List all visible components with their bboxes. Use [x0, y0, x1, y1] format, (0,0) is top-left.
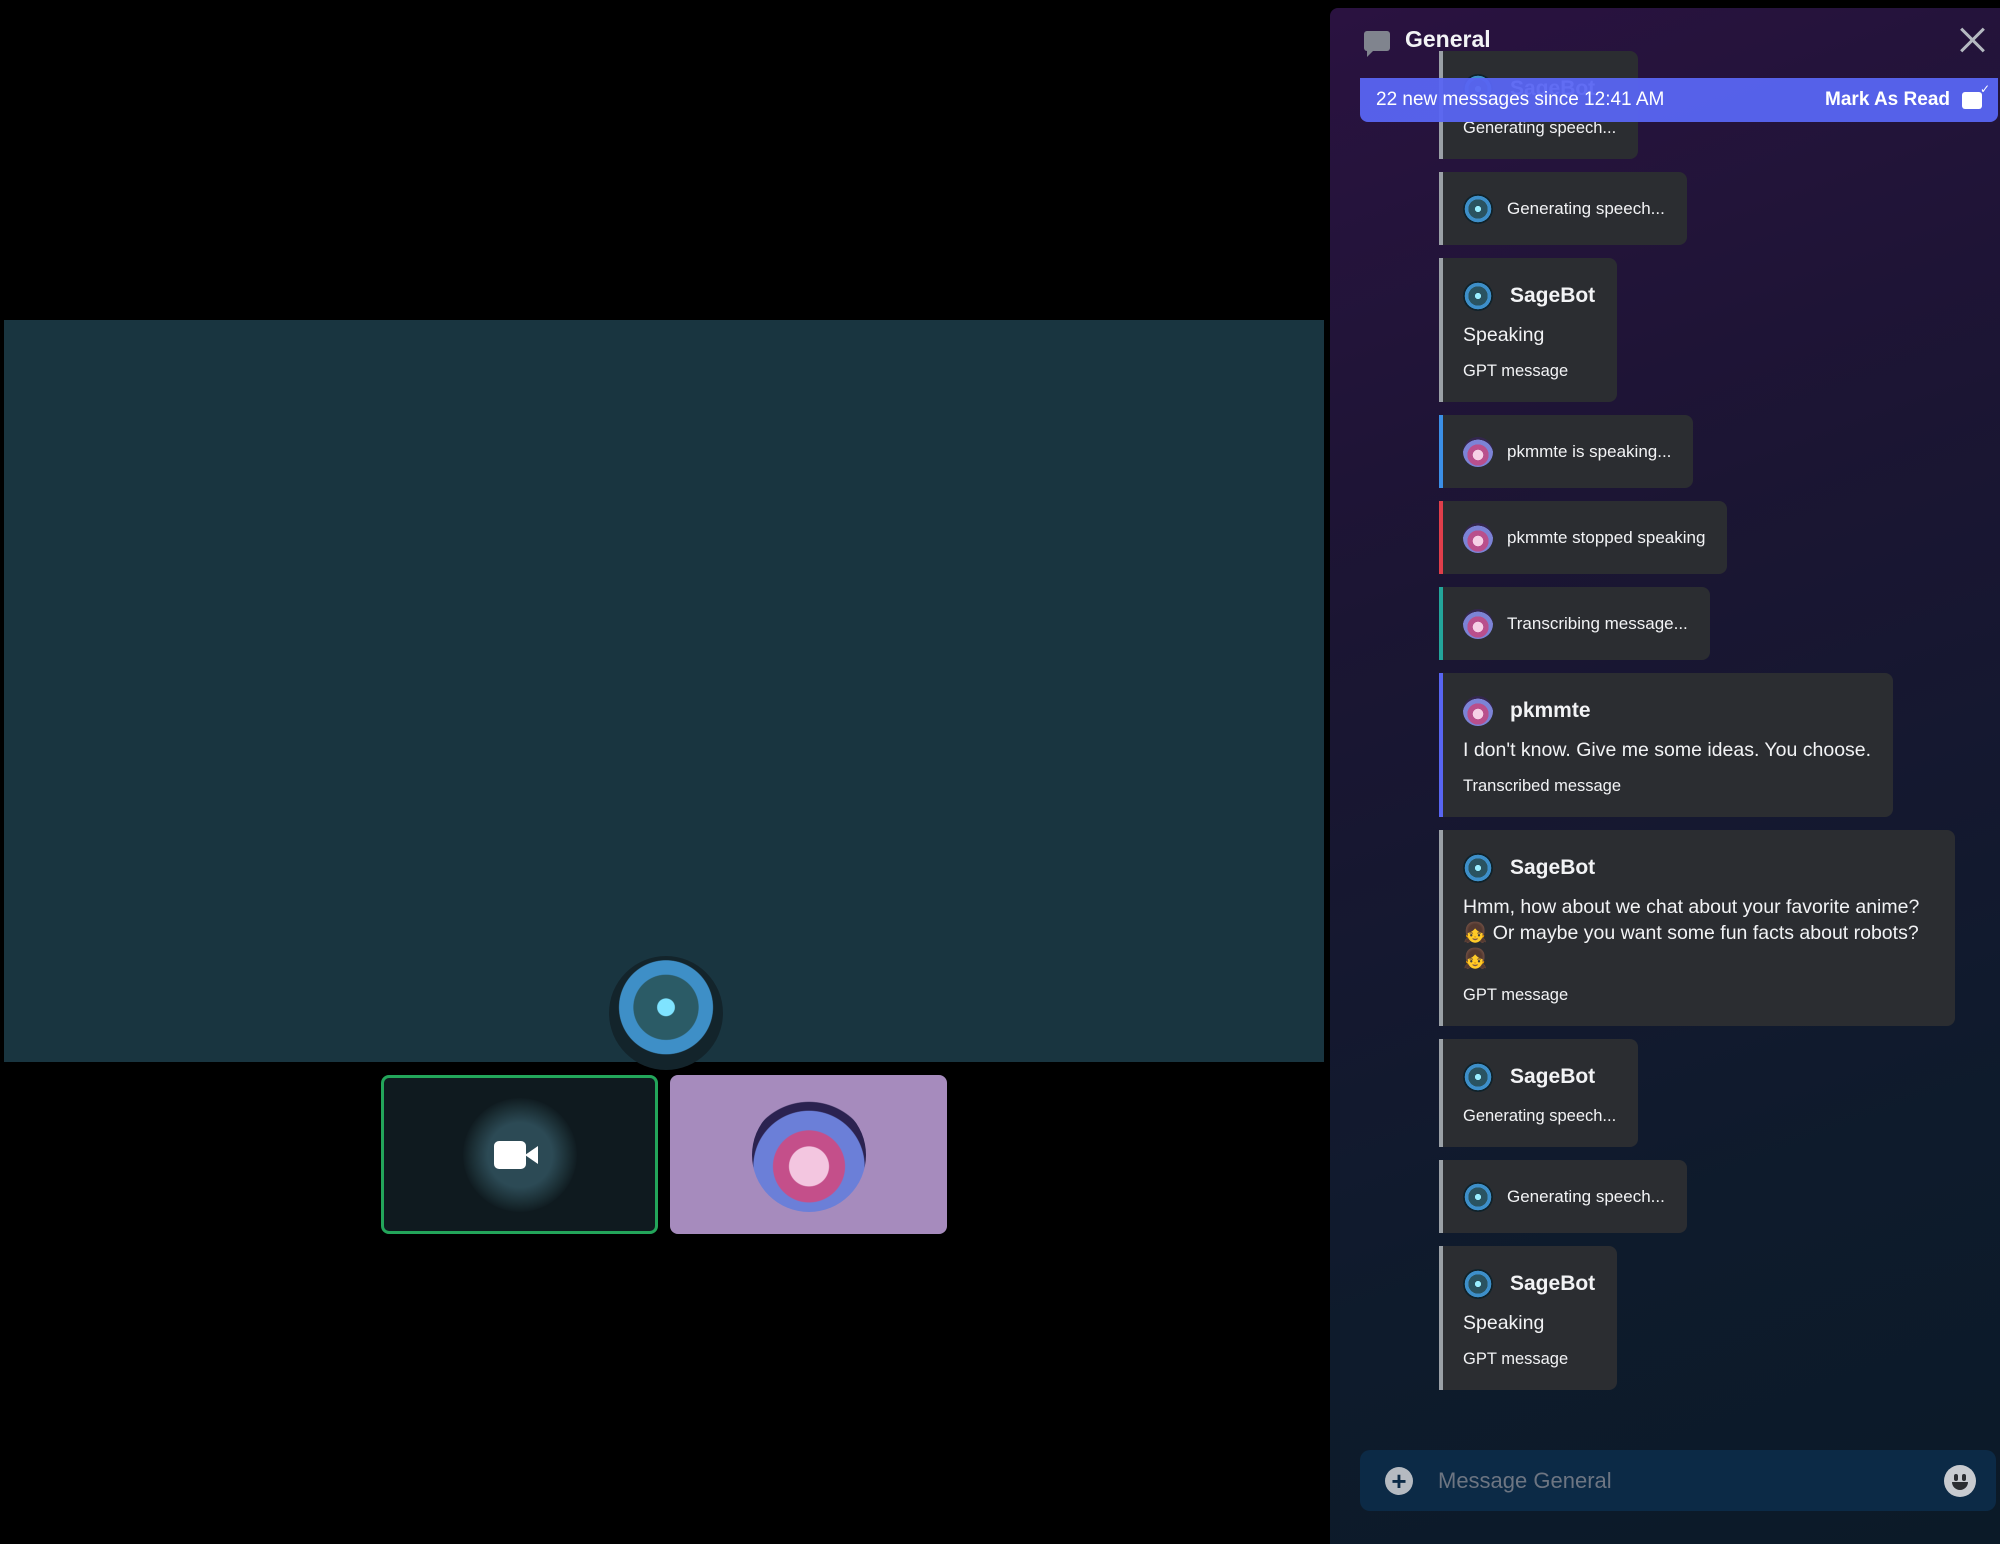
message-footer: Transcribed message	[1463, 777, 1622, 795]
sagebot-video-tile[interactable]	[381, 1075, 658, 1234]
new-messages-banner[interactable]: 22 new messages since 12:41 AM Mark As R…	[1360, 78, 1998, 122]
chat-message[interactable]: SageBot Speaking GPT message	[1439, 258, 1618, 402]
message-body: Speaking	[1463, 324, 1545, 346]
message-input[interactable]	[1438, 1450, 1918, 1511]
sagebot-avatar	[1463, 193, 1493, 224]
author-name: SageBot	[1510, 856, 1596, 879]
pkmmte-avatar	[1463, 522, 1493, 553]
pkmmte-video-tile[interactable]	[670, 1075, 947, 1234]
message-header: pkmmte	[1463, 695, 1871, 727]
message-body: I don't know. Give me some ideas. You ch…	[1463, 739, 1872, 761]
message-header: SageBot	[1463, 280, 1595, 312]
channel-title: General	[1405, 26, 1491, 52]
status-text: pkmmte stopped speaking	[1507, 527, 1706, 547]
chat-panel: General 22 new messages since 12:41 AM M…	[1330, 8, 2000, 1544]
pkmmte-avatar	[1463, 696, 1493, 726]
status-message[interactable]: Generating speech...	[1439, 1160, 1687, 1233]
sagebot-avatar	[1463, 1181, 1493, 1212]
video-camera-icon	[493, 1140, 538, 1169]
sagebot-avatar	[1463, 281, 1493, 311]
message-footer: GPT message	[1463, 986, 1569, 1004]
main-video-tile[interactable]	[4, 320, 1324, 1070]
author-name: SageBot	[1510, 1272, 1596, 1295]
pkmmte-avatar	[1463, 436, 1493, 467]
message-footer: GPT message	[1463, 1350, 1569, 1368]
close-button[interactable]	[1958, 26, 1986, 54]
message-footer: Generating speech...	[1463, 1107, 1617, 1125]
author-name: pkmmte	[1510, 699, 1591, 722]
status-message[interactable]: Transcribing message...	[1439, 587, 1710, 660]
emoji-icon[interactable]	[1944, 1465, 1976, 1497]
sagebot-avatar	[1463, 1062, 1493, 1092]
chat-message[interactable]: pkmmte I don't know. Give me some ideas. …	[1439, 673, 1894, 817]
status-text: pkmmte is speaking...	[1507, 441, 1672, 461]
chat-message[interactable]: SageBot Hmm, how about we chat about your…	[1439, 830, 1955, 1026]
message-body: Speaking	[1463, 1312, 1545, 1334]
message-header: SageBot	[1463, 852, 1933, 884]
chat-bubble-icon	[1364, 31, 1390, 57]
message-footer: GPT message	[1463, 362, 1569, 380]
video-stage	[0, 0, 1326, 1544]
sagebot-avatar	[1463, 1269, 1493, 1299]
sagebot-avatar	[609, 956, 723, 1070]
status-text: Generating speech...	[1507, 198, 1665, 218]
message-list[interactable]: SageBot Generating speech... Generating sp…	[1439, 51, 1999, 1403]
pkmmte-avatar	[1463, 608, 1493, 639]
message-composer: +	[1360, 1450, 1996, 1511]
mark-read-icon	[1962, 82, 1990, 109]
message-header: SageBot	[1463, 1268, 1595, 1300]
message-body: Hmm, how about we chat about your favori…	[1463, 896, 1920, 970]
new-messages-text: 22 new messages since 12:41 AM	[1376, 89, 1665, 110]
chat-message[interactable]: SageBot Speaking GPT message	[1439, 1246, 1618, 1390]
status-text: Transcribing message...	[1507, 613, 1688, 633]
chat-message[interactable]: SageBot Generating speech...	[1439, 1039, 1639, 1147]
status-text: Generating speech...	[1507, 1186, 1665, 1206]
message-header: SageBot	[1463, 1061, 1616, 1093]
mark-as-read-button[interactable]: Mark As Read	[1825, 82, 1990, 111]
status-message[interactable]: pkmmte is speaking...	[1439, 415, 1694, 488]
author-name: SageBot	[1510, 1065, 1596, 1088]
add-attachment-button[interactable]: +	[1385, 1467, 1413, 1495]
sagebot-avatar	[1463, 853, 1493, 883]
status-message[interactable]: Generating speech...	[1439, 172, 1687, 245]
mark-as-read-label: Mark As Read	[1825, 89, 1950, 110]
status-message[interactable]: pkmmte stopped speaking	[1439, 501, 1728, 574]
author-name: SageBot	[1510, 284, 1596, 307]
pkmmte-avatar	[751, 1097, 866, 1212]
